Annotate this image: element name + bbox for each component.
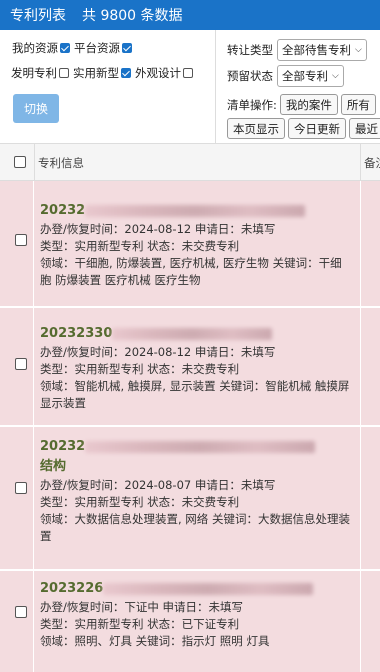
patent-title-cont: 结构	[40, 459, 67, 474]
patent-field: 领域：大数据信息处理装置, 网络 关键词：大数据信息处理装	[40, 512, 350, 526]
latest-button[interactable]: 最近	[349, 118, 380, 139]
transfer-type-label: 转让类型	[227, 43, 273, 57]
chevron-down-icon: ⌵	[332, 71, 339, 81]
resource-filter-row: 我的资源 平台资源	[12, 40, 136, 56]
table-header: 专利信息 备注	[0, 143, 380, 182]
patent-type-status: 类型：实用新型专利 状态：未交费专利	[40, 239, 240, 253]
row-checkbox[interactable]	[15, 606, 27, 618]
view-ops-row: 本页显示 今日更新 最近	[227, 118, 380, 139]
platform-resources-checkbox[interactable]	[122, 43, 132, 53]
my-resources-label: 我的资源	[12, 41, 58, 55]
patent-info: 20232330 办登/恢复时间：2024-08-12 申请日：未填写 类型：实…	[40, 324, 356, 412]
row-checkbox[interactable]	[15, 234, 27, 246]
patent-number: 2023226	[40, 581, 104, 596]
invention-label: 发明专利	[11, 66, 57, 80]
redacted-title	[112, 327, 273, 340]
today-update-button[interactable]: 今日更新	[288, 118, 346, 139]
reserve-status-select[interactable]: 全部专利 ⌵	[277, 65, 344, 87]
list-ops-label: 清单操作:	[227, 97, 277, 112]
switch-button[interactable]: 切换	[13, 94, 59, 123]
register-time: 办登/恢复时间：2024-08-12 申请日：未填写	[40, 345, 276, 359]
row-checkbox[interactable]	[15, 358, 27, 370]
register-time: 办登/恢复时间：下证中 申请日：未填写	[40, 600, 244, 614]
column-divider	[34, 144, 35, 182]
row-checkbox[interactable]	[15, 482, 27, 494]
patent-field-cont: 胞 防爆装置 医疗机械 医疗生物	[40, 273, 201, 287]
design-label: 外观设计	[135, 66, 181, 80]
patent-field-cont: 显示装置	[40, 396, 86, 410]
patent-number: 20232	[40, 439, 86, 454]
patent-info: 20232 办登/恢复时间：2024-08-12 申请日：未填写 类型：实用新型…	[40, 201, 356, 289]
reserve-status-value: 全部专利	[282, 69, 328, 83]
top-bar: 专利列表 共 9800 条数据	[0, 0, 380, 30]
row-note-cell	[360, 308, 380, 425]
transfer-type-select[interactable]: 全部待售专利 ⌵	[277, 39, 367, 61]
redacted-title	[85, 440, 316, 453]
patent-field: 领域：干细胞, 防爆装置, 医疗机械, 医疗生物 关键词：干细	[40, 256, 342, 270]
utility-checkbox[interactable]	[121, 68, 131, 78]
transfer-type-value: 全部待售专利	[282, 43, 351, 57]
redacted-title	[103, 582, 314, 595]
resource-filters: 我的资源 平台资源 发明专利 实用新型 外观设计 切换	[0, 30, 216, 143]
chevron-down-icon: ⌵	[355, 45, 362, 55]
column-header-info: 专利信息	[38, 156, 84, 170]
transfer-type-row: 转让类型 全部待售专利 ⌵	[227, 39, 367, 61]
patent-type-status: 类型：实用新型专利 状态：已下证专利	[40, 617, 240, 631]
patent-field-cont: 置	[40, 529, 52, 543]
table-row[interactable]: 20232330 办登/恢复时间：2024-08-12 申请日：未填写 类型：实…	[0, 308, 380, 426]
row-note-cell	[360, 181, 380, 306]
patent-field: 领域：智能机械, 触摸屏, 显示装置 关键词：智能机械 触摸屏	[40, 379, 350, 393]
row-checkbox-cell	[0, 571, 34, 672]
reserve-status-row: 预留状态 全部专利 ⌵	[227, 65, 344, 87]
my-cases-button[interactable]: 我的案件	[279, 94, 338, 115]
column-divider	[360, 144, 361, 182]
my-resources-checkbox[interactable]	[60, 43, 70, 53]
options-panel: 转让类型 全部待售专利 ⌵ 预留状态 全部专利 ⌵ 清单操作: 我的案件 所有 …	[216, 30, 380, 143]
design-checkbox[interactable]	[183, 68, 193, 78]
page-show-button[interactable]: 本页显示	[227, 118, 285, 139]
patent-title[interactable]: 20232330	[40, 324, 356, 344]
redacted-title	[85, 204, 306, 217]
row-checkbox-cell	[0, 427, 34, 569]
type-filter-row: 发明专利 实用新型 外观设计	[11, 65, 197, 81]
select-all-checkbox[interactable]	[14, 156, 26, 168]
register-time: 办登/恢复时间：2024-08-12 申请日：未填写	[40, 222, 276, 236]
reserve-status-label: 预留状态	[227, 69, 273, 83]
table-row[interactable]: 20232 办登/恢复时间：2024-08-12 申请日：未填写 类型：实用新型…	[0, 181, 380, 307]
register-time: 办登/恢复时间：2024-08-07 申请日：未填写	[40, 478, 276, 492]
patent-title[interactable]: 20232	[40, 437, 356, 457]
patent-number: 20232330	[40, 326, 113, 341]
row-note-cell	[360, 427, 380, 569]
platform-resources-label: 平台资源	[74, 41, 120, 55]
table-row[interactable]: 20232 结构 办登/恢复时间：2024-08-07 申请日：未填写 类型：实…	[0, 427, 380, 570]
total-count: 共 9800 条数据	[82, 8, 183, 24]
all-button[interactable]: 所有	[340, 94, 376, 115]
patent-list: 20232 办登/恢复时间：2024-08-12 申请日：未填写 类型：实用新型…	[0, 181, 380, 672]
patent-field: 领域：照明、灯具 关键词：指示灯 照明 灯具	[40, 634, 270, 648]
utility-label: 实用新型	[73, 66, 119, 80]
patent-title[interactable]: 2023226	[40, 579, 356, 599]
patent-number: 20232	[40, 203, 86, 218]
invention-checkbox[interactable]	[59, 68, 69, 78]
column-header-note: 备注	[364, 156, 380, 170]
patent-title[interactable]: 20232	[40, 201, 356, 221]
table-row[interactable]: 2023226 办登/恢复时间：下证中 申请日：未填写 类型：实用新型专利 状态…	[0, 571, 380, 672]
patent-info: 2023226 办登/恢复时间：下证中 申请日：未填写 类型：实用新型专利 状态…	[40, 579, 356, 650]
list-ops-row: 清单操作: 我的案件 所有	[227, 94, 376, 115]
row-note-cell	[360, 571, 380, 672]
patent-type-status: 类型：实用新型专利 状态：未交费专利	[40, 362, 240, 376]
page-title: 专利列表	[10, 8, 66, 24]
patent-type-status: 类型：实用新型专利 状态：未交费专利	[40, 495, 240, 509]
patent-info: 20232 结构 办登/恢复时间：2024-08-07 申请日：未填写 类型：实…	[40, 437, 356, 545]
